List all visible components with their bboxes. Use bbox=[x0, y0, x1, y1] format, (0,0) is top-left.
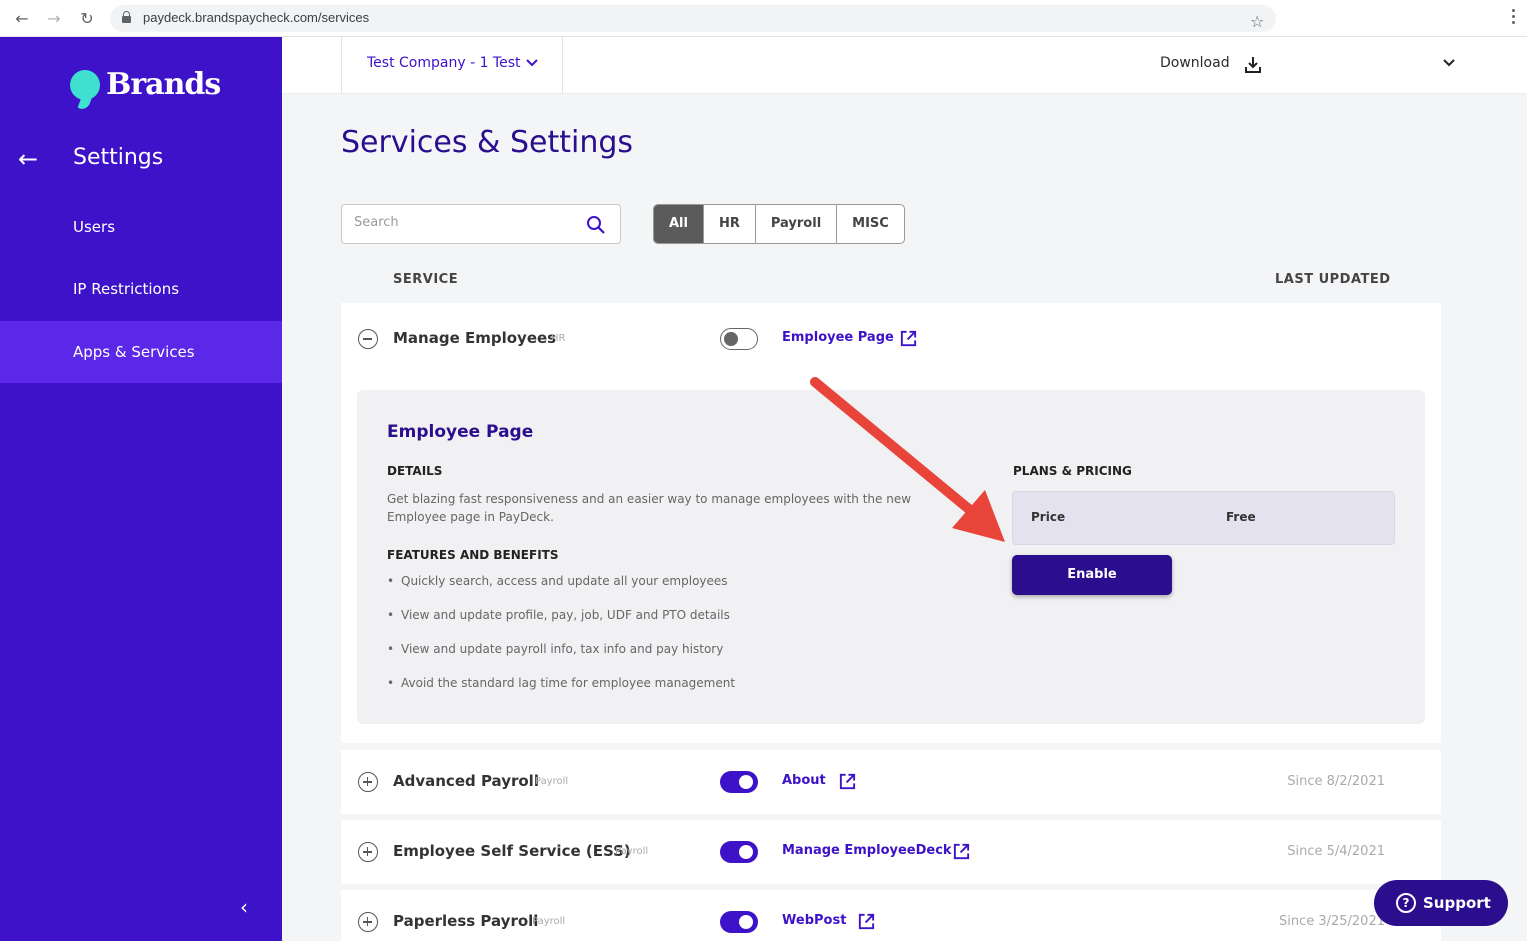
page-title: Services & Settings bbox=[341, 125, 634, 160]
column-header-service: SERVICE bbox=[393, 272, 459, 287]
details-text: Get blazing fast responsiveness and an e… bbox=[387, 492, 912, 524]
service-tag: HR bbox=[551, 333, 566, 344]
filter-misc[interactable]: MISC bbox=[837, 205, 904, 243]
sidebar-item-apps-services[interactable]: Apps & Services bbox=[0, 321, 282, 383]
expand-plus-icon[interactable] bbox=[358, 912, 378, 932]
last-updated: Since 5/4/2021 bbox=[1287, 844, 1385, 859]
address-bar[interactable]: paydeck.brandspaycheck.com/services ☆ bbox=[110, 5, 1276, 32]
top-header: Test Company - 1 Test Download bbox=[282, 37, 1527, 94]
expand-plus-icon[interactable] bbox=[358, 842, 378, 862]
column-header-last-updated: LAST UPDATED bbox=[1275, 272, 1391, 287]
expand-plus-icon[interactable] bbox=[358, 772, 378, 792]
list-item: View and update profile, pay, job, UDF a… bbox=[387, 608, 735, 642]
back-arrow-icon[interactable]: ← bbox=[18, 145, 38, 173]
external-link-icon[interactable] bbox=[857, 912, 876, 931]
service-row-paperless-payroll: Paperless Payroll Payroll WebPost Since … bbox=[341, 890, 1441, 941]
list-item: Avoid the standard lag time for employee… bbox=[387, 676, 735, 710]
service-name: Employee Self Service (ESS) bbox=[393, 842, 631, 860]
support-button[interactable]: ? Support bbox=[1374, 880, 1508, 926]
price-label: Price bbox=[1031, 510, 1066, 524]
details-heading: DETAILS bbox=[387, 464, 443, 478]
external-link-icon[interactable] bbox=[952, 842, 971, 861]
detail-title: Employee Page bbox=[387, 422, 534, 442]
lock-icon bbox=[122, 11, 131, 23]
search-box bbox=[341, 204, 621, 244]
features-heading: FEATURES AND BENEFITS bbox=[387, 548, 559, 562]
service-toggle[interactable] bbox=[720, 771, 758, 793]
plans-heading: PLANS & PRICING bbox=[1013, 464, 1132, 478]
list-item: Quickly search, access and update all yo… bbox=[387, 574, 735, 608]
service-toggle[interactable] bbox=[720, 841, 758, 863]
sidebar-title: Settings bbox=[73, 145, 164, 170]
brands-logo[interactable]: Brands bbox=[70, 67, 221, 102]
support-label: Support bbox=[1423, 894, 1491, 912]
sidebar-item-ip-restrictions[interactable]: IP Restrictions bbox=[0, 258, 282, 320]
service-link[interactable]: Employee Page bbox=[782, 330, 894, 345]
download-label[interactable]: Download bbox=[1160, 55, 1230, 71]
service-tag: Payroll bbox=[535, 776, 569, 787]
chevron-down-icon bbox=[526, 59, 538, 67]
service-link[interactable]: About bbox=[782, 773, 826, 788]
service-name: Paperless Payroll bbox=[393, 912, 539, 930]
search-input[interactable] bbox=[354, 215, 574, 230]
company-name: Test Company - 1 Test bbox=[367, 55, 521, 71]
sidebar-item-users[interactable]: Users bbox=[0, 196, 282, 258]
download-icon[interactable] bbox=[1243, 55, 1263, 75]
price-box: Price Free bbox=[1012, 491, 1395, 545]
service-row-ess: Employee Self Service (ESS) Payroll Mana… bbox=[341, 820, 1441, 884]
reload-icon[interactable]: ↻ bbox=[76, 8, 98, 30]
service-link[interactable]: Manage EmployeeDeck bbox=[782, 843, 952, 858]
browser-menu-icon[interactable] bbox=[1512, 9, 1516, 27]
collapse-sidebar-icon[interactable]: ‹ bbox=[240, 895, 248, 919]
help-icon: ? bbox=[1396, 893, 1416, 913]
service-name: Manage Employees bbox=[393, 329, 557, 347]
list-item: View and update payroll info, tax info a… bbox=[387, 642, 735, 676]
service-tag: Payroll bbox=[532, 916, 566, 927]
filter-payroll[interactable]: Payroll bbox=[756, 205, 838, 243]
browser-toolbar: ← → ↻ paydeck.brandspaycheck.com/service… bbox=[0, 0, 1527, 37]
last-updated: Since 8/2/2021 bbox=[1287, 774, 1385, 789]
last-updated: Since 3/25/2021 bbox=[1278, 914, 1385, 929]
service-toggle[interactable] bbox=[720, 911, 758, 933]
search-icon[interactable] bbox=[586, 215, 606, 235]
service-row-advanced-payroll: Advanced Payroll Payroll About Since 8/2… bbox=[341, 750, 1441, 814]
service-tag: Payroll bbox=[615, 846, 649, 857]
service-toggle[interactable] bbox=[720, 328, 758, 350]
back-arrow-icon[interactable]: ← bbox=[11, 8, 33, 30]
external-link-icon[interactable] bbox=[838, 772, 857, 791]
logo-mark-icon bbox=[70, 69, 100, 100]
company-selector[interactable]: Test Company - 1 Test bbox=[341, 37, 563, 94]
sidebar: Brands ← Settings Users IP Restrictions … bbox=[0, 37, 282, 941]
filter-all[interactable]: All bbox=[654, 205, 704, 243]
filter-tabs: All HR Payroll MISC bbox=[653, 204, 905, 244]
service-detail-panel: Employee Page DETAILS Get blazing fast r… bbox=[357, 390, 1425, 724]
service-link[interactable]: WebPost bbox=[782, 913, 846, 928]
collapse-minus-icon[interactable] bbox=[358, 329, 378, 349]
url-text: paydeck.brandspaycheck.com/services bbox=[143, 10, 370, 25]
forward-arrow-icon[interactable]: → bbox=[43, 8, 65, 30]
service-name: Advanced Payroll bbox=[393, 772, 539, 790]
logo-text: Brands bbox=[106, 67, 221, 102]
chevron-down-icon[interactable] bbox=[1442, 55, 1456, 69]
external-link-icon[interactable] bbox=[899, 329, 918, 348]
price-value: Free bbox=[1226, 510, 1256, 524]
features-list: Quickly search, access and update all yo… bbox=[387, 574, 735, 710]
enable-button[interactable]: Enable bbox=[1012, 555, 1172, 595]
bookmark-star-icon[interactable]: ☆ bbox=[1250, 12, 1264, 31]
filter-hr[interactable]: HR bbox=[704, 205, 756, 243]
